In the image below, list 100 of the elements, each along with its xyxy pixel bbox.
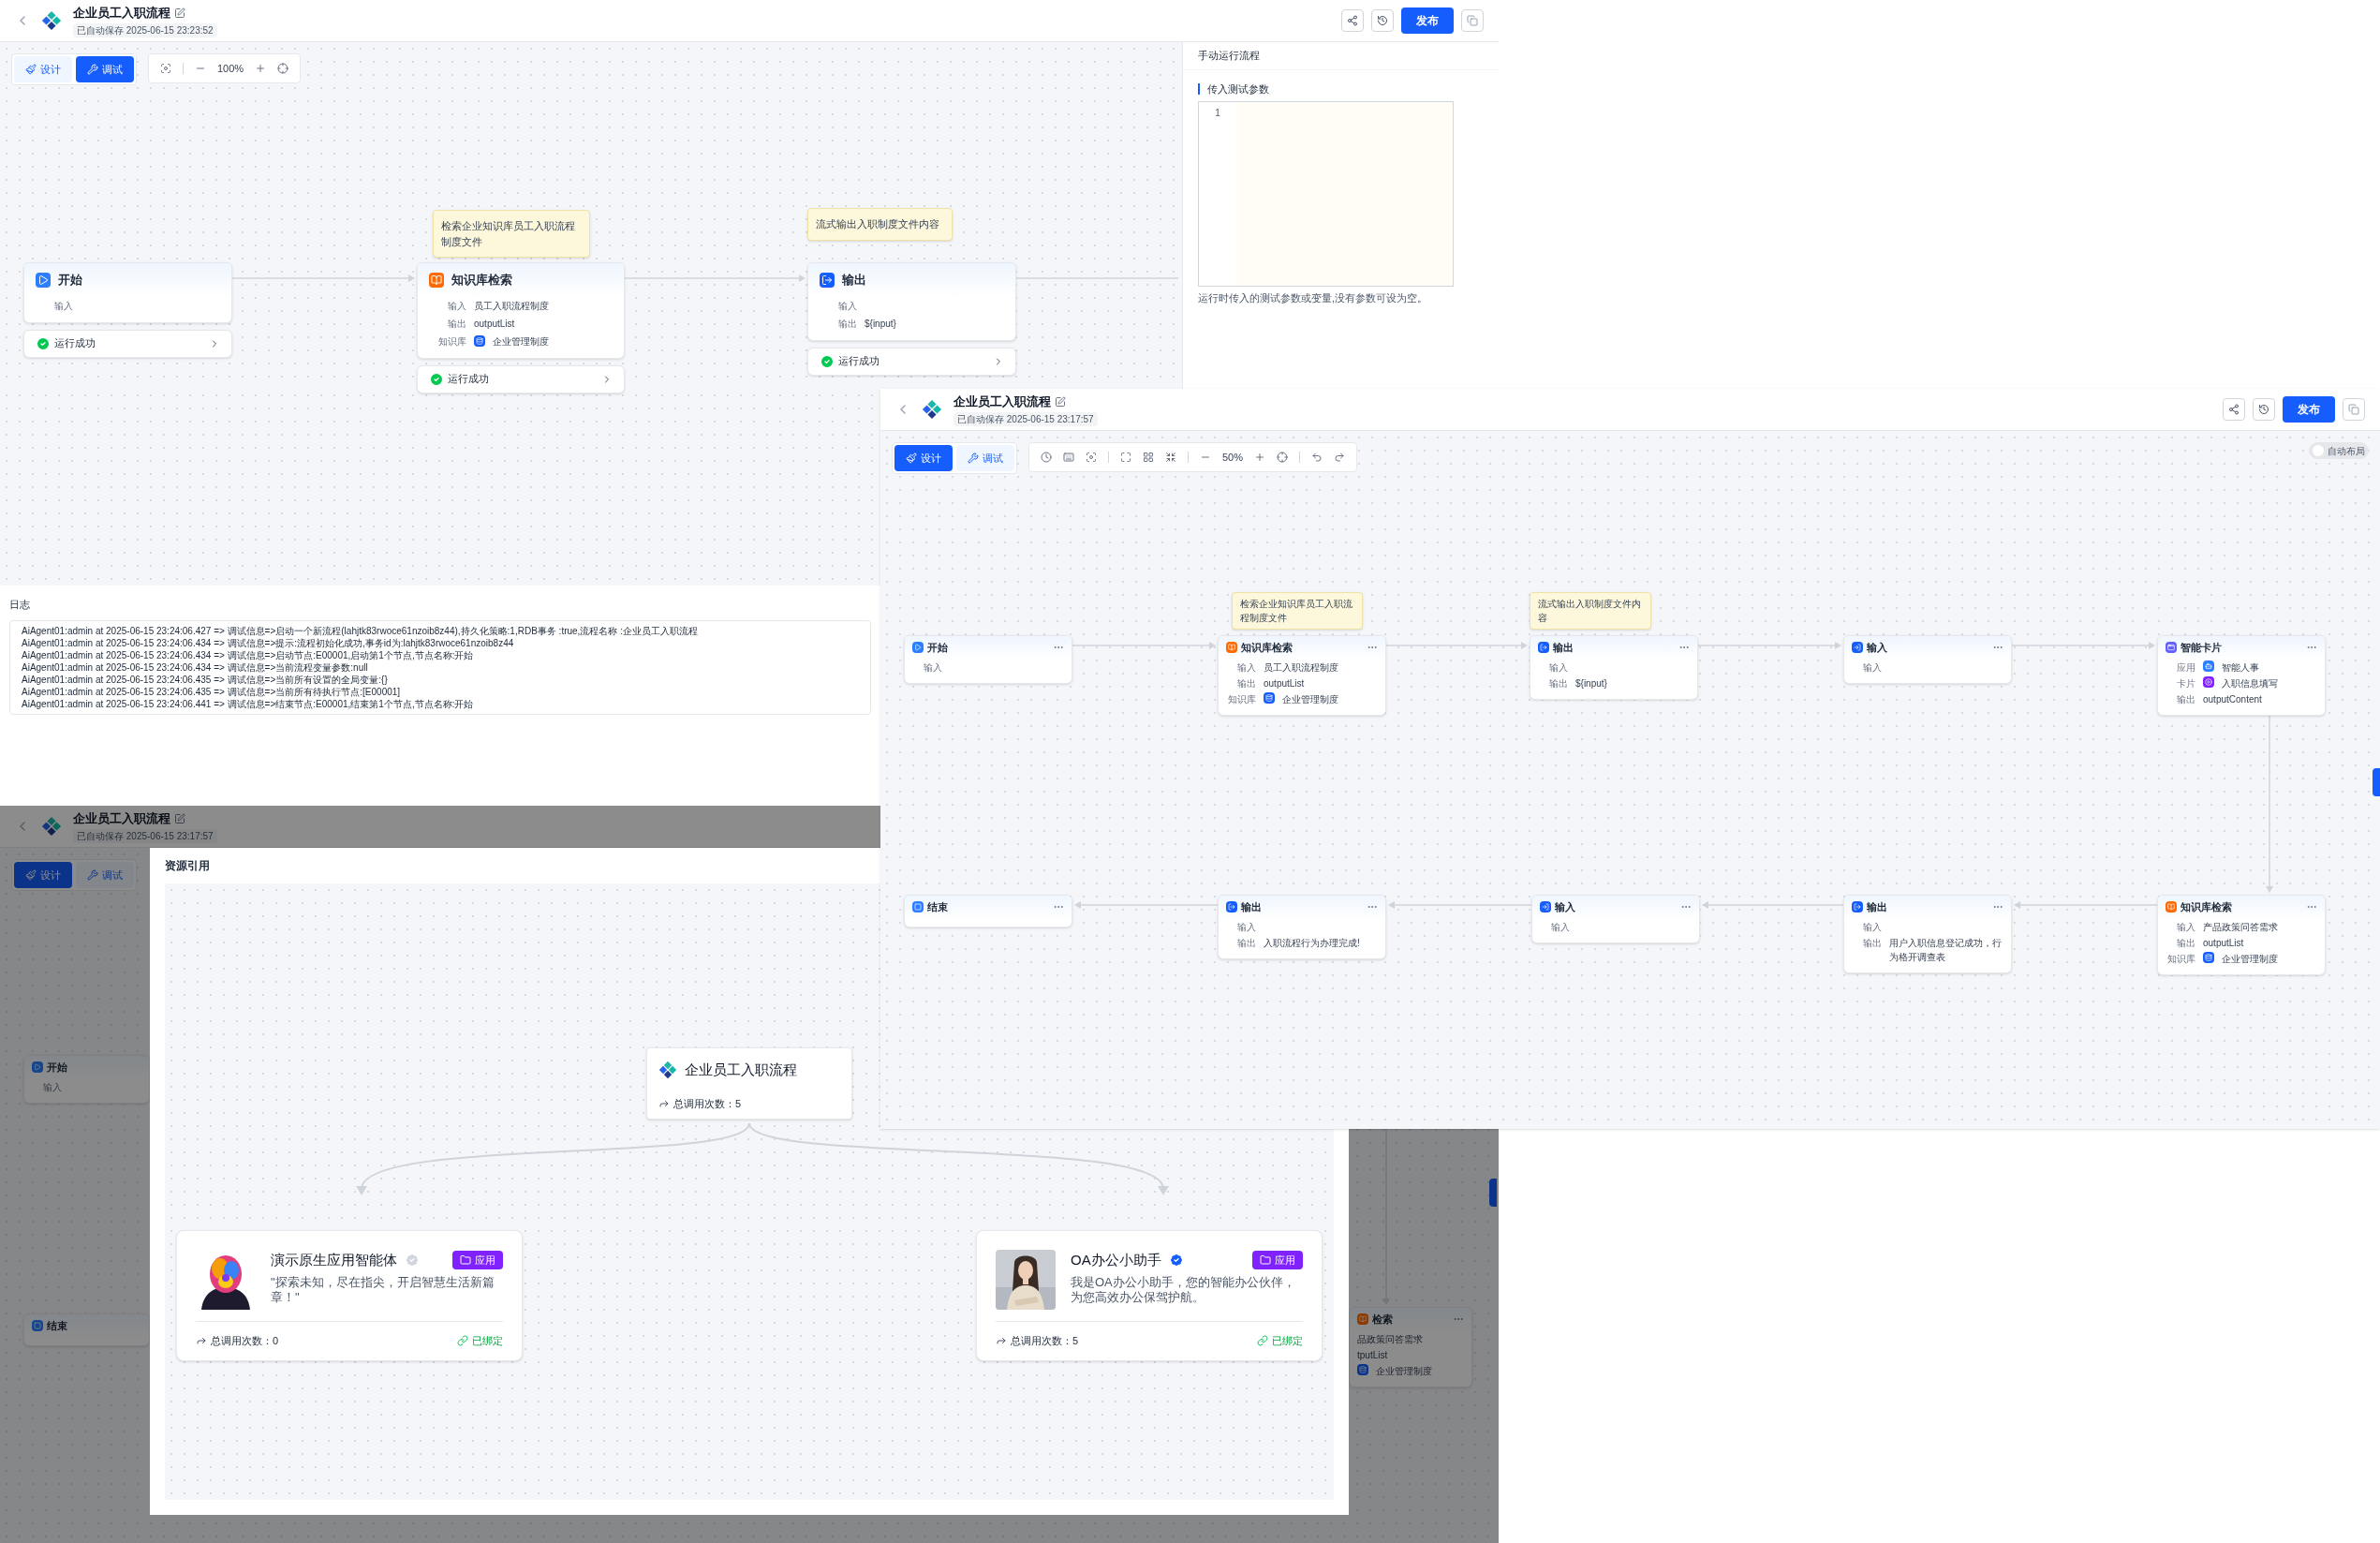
field-label: 输入: [1550, 920, 1570, 934]
call-count: 总调用次数：5: [1011, 1334, 1079, 1348]
line-number: 1: [1215, 106, 1220, 120]
flow-node[interactable]: 检索 品政策问答需求 tputList 企业管理制度: [1349, 1307, 1472, 1387]
exit-icon: [1538, 642, 1549, 654]
field-value: 企业管理制度: [493, 334, 549, 349]
fit-view-icon[interactable]: [160, 63, 171, 74]
side-tab[interactable]: [1489, 1179, 1497, 1207]
locate-icon[interactable]: [1277, 452, 1289, 463]
field-label: 知识库: [437, 334, 466, 349]
field-label: 输入: [2176, 920, 2195, 934]
flow-node[interactable]: 输入 输入: [1531, 895, 1700, 943]
mode-tab[interactable]: 设计: [14, 56, 72, 82]
flow-node[interactable]: 知识库检索 输入 产品政策问答需求 输出 outputList 知识库 企业管理制度: [2157, 895, 2326, 975]
run-status-button[interactable]: 运行成功: [807, 347, 1016, 376]
wrench-icon: [87, 869, 98, 881]
zoom-in-icon[interactable]: [255, 63, 267, 74]
workflow-card[interactable]: 企业员工入职流程 总调用次数：5: [646, 1047, 852, 1120]
field-value: 智能人事: [2222, 660, 2259, 675]
play-icon: [32, 1061, 43, 1074]
auto-layout-toggle[interactable]: 自动布局: [2309, 442, 2369, 459]
undo-icon[interactable]: [1311, 452, 1323, 463]
log-title: 日志: [9, 598, 31, 612]
node-title: 输出: [842, 272, 866, 289]
locate-icon[interactable]: [277, 63, 289, 74]
field-value: 品政策问答需求: [1357, 1332, 1423, 1346]
sticky-note[interactable]: 检索企业知识库员工入职流程制度文件: [433, 210, 590, 258]
enter-icon: [1852, 642, 1863, 654]
code-editor[interactable]: 1: [1198, 100, 1454, 287]
panel-title: 手动运行流程: [1198, 49, 1260, 64]
reference-card[interactable]: 演示原生应用智能体 应用 "探索未知，尽在指尖，开启智慧生活新篇章！" 总调用次数：0 已绑定: [176, 1230, 523, 1361]
keyboard-icon[interactable]: [1063, 452, 1074, 463]
autosave-time: 已自动保存 2025-06-15 23:17:57: [73, 828, 217, 843]
history-button[interactable]: [1371, 9, 1394, 32]
workflow-title: 企业员工入职流程: [73, 5, 170, 22]
share-icon: [1347, 15, 1358, 26]
flow-node[interactable]: 输出 输入 输出 用户入职信息登记成功，行为格开调查表: [1843, 895, 2012, 973]
reference-card[interactable]: OA办公小助手 应用 我是OA办公小助手，您的智能办公伙伴，为您高效办公保驾护航。 总调用次数：5 已绑定: [976, 1230, 1323, 1361]
window-icon: [2166, 642, 2177, 654]
flow-node[interactable]: 智能卡片 应用 智能人事 卡片 入职信息填写 输出 outputContent: [2157, 635, 2326, 716]
fullscreen-icon[interactable]: [1120, 452, 1131, 463]
flow-node[interactable]: 输入 输入: [1843, 635, 2012, 684]
brush-icon: [25, 64, 37, 75]
mode-tab[interactable]: 设计: [14, 862, 72, 888]
shrink-icon[interactable]: [1165, 452, 1176, 463]
flow-node[interactable]: 结束: [904, 895, 1072, 927]
workflow-title: 企业员工入职流程: [73, 810, 170, 828]
copy-icon: [1467, 15, 1478, 26]
flow-node[interactable]: 输出 输入 输出 ${input}: [807, 262, 1016, 341]
tag-label: 应用: [475, 1254, 495, 1268]
field-label: 输入: [923, 660, 942, 675]
sticky-note[interactable]: 流式输出入职制度文件内容: [1530, 592, 1651, 630]
copy-icon: [2348, 404, 2359, 415]
field-value: 产品政策问答需求: [2203, 920, 2278, 934]
fit-view-icon[interactable]: [1086, 452, 1097, 463]
flow-node[interactable]: 知识库检索 输入 员工入职流程制度 输出 outputList 知识库 企业管理制度: [417, 262, 625, 359]
field-value: outputList: [1264, 676, 1305, 690]
share-button[interactable]: [1341, 9, 1364, 32]
field-label: 输入: [53, 299, 73, 313]
zoom-in-icon[interactable]: [1254, 452, 1266, 463]
wrench-icon: [87, 64, 98, 75]
grid-icon[interactable]: [1143, 452, 1154, 463]
flow-node[interactable]: 开始 输入: [904, 635, 1072, 684]
publish-button[interactable]: 发布: [1401, 7, 1454, 34]
run-status-button[interactable]: 运行成功: [417, 364, 625, 393]
flow-node[interactable]: 开始 输入: [23, 1055, 150, 1104]
node-title: 输出: [1867, 900, 1887, 914]
redo-icon[interactable]: [1334, 452, 1346, 463]
bound-status: 已绑定: [472, 1334, 503, 1348]
zoom-level: 50%: [1222, 450, 1244, 465]
flow-node[interactable]: 输出 输入 输出 ${input}: [1530, 635, 1698, 700]
stop-icon: [32, 1320, 43, 1332]
clock-icon[interactable]: [1041, 452, 1052, 463]
node-title: 结束: [47, 1319, 67, 1333]
history-button[interactable]: [2253, 398, 2275, 421]
side-tab[interactable]: [2373, 768, 2380, 796]
field-value: 入职流程行为办理完成!: [1264, 936, 1360, 950]
share-button[interactable]: [2223, 398, 2245, 421]
mode-tab[interactable]: 调试: [76, 56, 134, 82]
flow-node[interactable]: 结束: [23, 1313, 150, 1346]
log-line: AiAgent01:admin at 2025-06-15 23:24:06.435 => 调试信息=>当前所有待执行节点:[E00001]: [22, 685, 402, 698]
mode-tab[interactable]: 调试: [956, 445, 1014, 471]
flow-node[interactable]: 开始 输入: [23, 262, 232, 323]
sticky-note[interactable]: 检索企业知识库员工入职流程制度文件: [1232, 592, 1363, 630]
database-icon: [2203, 951, 2214, 963]
field-label: 输出: [837, 317, 857, 331]
mode-tab[interactable]: 设计: [894, 445, 953, 471]
edit-icon[interactable]: [1055, 396, 1066, 408]
edit-icon[interactable]: [174, 813, 185, 824]
flow-node[interactable]: 知识库检索 输入 员工入职流程制度 输出 outputList 知识库 企业管理制度: [1218, 635, 1386, 716]
run-status-button[interactable]: 运行成功: [23, 329, 232, 358]
app-description: "探索未知，尽在指尖，开启智慧生活新篇章！": [271, 1274, 495, 1305]
sticky-note[interactable]: 流式输出入职制度文件内容: [807, 208, 953, 241]
publish-button[interactable]: 发布: [2283, 396, 2335, 423]
edit-icon[interactable]: [174, 7, 185, 19]
database-icon: [1357, 1363, 1368, 1375]
flow-node[interactable]: 输出 输入 输出 入职流程行为办理完成!: [1218, 895, 1386, 959]
log-line: AiAgent01:admin at 2025-06-15 23:24:06.435 => 调试信息=>当前所有设置的全局变量:{}: [22, 673, 389, 686]
book-icon: [2166, 901, 2177, 913]
stop-icon: [912, 901, 924, 913]
